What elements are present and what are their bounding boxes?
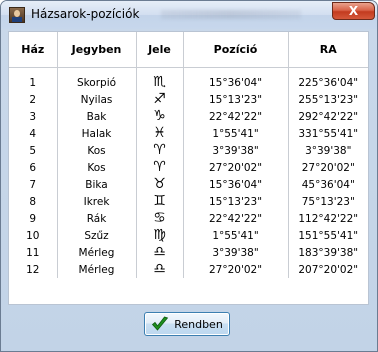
house-number-cell: 5 (9, 142, 58, 159)
position-cell: 22°42'22" (183, 210, 289, 227)
sign-glyph-cell: ♈ (136, 159, 184, 176)
position-cell: 27°20'02" (183, 261, 289, 278)
right-ascension-cell: 112°42'22" (298, 212, 359, 225)
table-row[interactable]: 5 Kos ♈ 3°39'38" 3°39'38" (9, 142, 368, 159)
position-cell: 1°55'41" (183, 227, 289, 244)
table-header-row: Ház Jegyben Jele Pozíció RA (9, 32, 368, 68)
sign-glyph-cell: ♏ (136, 74, 184, 91)
right-ascension-cell: 75°13'23" (301, 195, 355, 208)
column-header-haz[interactable]: Ház (9, 32, 58, 68)
ok-button[interactable]: Rendben (144, 312, 230, 336)
sign-glyph-cell: ♐ (136, 91, 184, 108)
position-cell: 15°36'04" (183, 74, 289, 91)
position-cell: 3°39'38" (183, 244, 289, 261)
right-ascension-cell: 183°39'38" (298, 246, 359, 259)
column-header-pozicio[interactable]: Pozíció (183, 32, 289, 68)
column-header-jele[interactable]: Jele (136, 32, 184, 68)
house-number-cell: 1 (9, 74, 58, 91)
table-row[interactable]: 8 Ikrek ♊ 15°13'23" 75°13'23" (9, 193, 368, 210)
right-ascension-cell: 292°42'22" (298, 110, 359, 123)
right-ascension-cell: 207°20'02" (298, 263, 359, 276)
checkmark-icon (152, 316, 169, 331)
table-row[interactable]: 12 Mérleg ♎ 27°20'02" 207°20'02" (9, 261, 368, 278)
sign-glyph-cell: ♉ (136, 176, 184, 193)
sign-name-cell: Nyilas (57, 91, 137, 108)
sign-name-cell: Skorpió (57, 74, 137, 91)
house-number-cell: 3 (9, 108, 58, 125)
table-row[interactable]: 10 Szűz ♍ 1°55'41" 151°55'41" (9, 227, 368, 244)
position-cell: 15°13'23" (183, 91, 289, 108)
table-row[interactable]: 3 Bak ♑ 22°42'22" 292°42'22" (9, 108, 368, 125)
position-cell: 1°55'41" (183, 125, 289, 142)
house-number-cell: 12 (9, 261, 58, 278)
house-number-cell: 6 (9, 159, 58, 176)
sign-glyph-cell: ♋ (136, 210, 184, 227)
sign-glyph-cell: ♎ (136, 244, 184, 261)
right-ascension-cell: 151°55'41" (298, 229, 359, 242)
sign-glyph-cell: ♈ (136, 142, 184, 159)
right-ascension-cell: 225°36'04" (298, 76, 359, 89)
sign-name-cell: Rák (57, 210, 137, 227)
sign-name-cell: Bak (57, 108, 137, 125)
column-header-jegyben[interactable]: Jegyben (57, 32, 137, 68)
house-number-cell: 11 (9, 244, 58, 261)
title-bar[interactable]: Házsarok-pozíciók X (1, 1, 377, 29)
right-ascension-cell: 331°55'41" (298, 127, 359, 140)
dialog-window: Házsarok-pozíciók X Ház Jegyben Jele Poz… (0, 0, 378, 352)
sign-name-cell: Halak (57, 125, 137, 142)
table-row[interactable]: 7 Bika ♉ 15°36'04" 45°36'04" (9, 176, 368, 193)
table-row[interactable]: 4 Halak ♓ 1°55'41" 331°55'41" (9, 125, 368, 142)
house-number-cell: 4 (9, 125, 58, 142)
sign-glyph-cell: ♍ (136, 227, 184, 244)
house-number-cell: 9 (9, 210, 58, 227)
sign-name-cell: Mérleg (57, 244, 137, 261)
sign-glyph-cell: ♓ (136, 125, 184, 142)
column-header-ra[interactable]: RA (288, 32, 368, 68)
table-row[interactable]: 1 Skorpió ♏ 15°36'04" 225°36'04" (9, 74, 368, 91)
close-button[interactable]: X (332, 2, 375, 20)
house-number-cell: 10 (9, 227, 58, 244)
right-ascension-cell: 3°39'38" (305, 144, 352, 157)
house-cusps-table-panel: Ház Jegyben Jele Pozíció RA 1 Skorpió ♏ 15°… (8, 31, 369, 305)
window-title: Házsarok-pozíciók (31, 7, 140, 21)
sign-name-cell: Mérleg (57, 261, 137, 278)
table-row[interactable]: 11 Mérleg ♎ 3°39'38" 183°39'38" (9, 244, 368, 261)
sign-name-cell: Bika (57, 176, 137, 193)
right-ascension-cell: 255°13'23" (298, 93, 359, 106)
house-cusps-table: Ház Jegyben Jele Pozíció RA 1 Skorpió ♏ 15°… (9, 32, 368, 278)
position-cell: 27°20'02" (183, 159, 289, 176)
sign-name-cell: Szűz (57, 227, 137, 244)
title-bar-background (161, 10, 301, 19)
sign-glyph-cell: ♑ (136, 108, 184, 125)
sign-name-cell: Kos (57, 142, 137, 159)
sign-glyph-cell: ♎ (136, 261, 184, 278)
position-cell: 3°39'38" (183, 142, 289, 159)
table-row[interactable]: 2 Nyilas ♐ 15°13'23" 255°13'23" (9, 91, 368, 108)
user-avatar-icon (9, 7, 25, 23)
position-cell: 15°36'04" (183, 176, 289, 193)
house-number-cell: 8 (9, 193, 58, 210)
close-icon: X (348, 4, 359, 18)
house-number-cell: 7 (9, 176, 58, 193)
sign-name-cell: Ikrek (57, 193, 137, 210)
ok-button-label: Rendben (174, 317, 223, 331)
sign-glyph-cell: ♊ (136, 193, 184, 210)
sign-name-cell: Kos (57, 159, 137, 176)
position-cell: 15°13'23" (183, 193, 289, 210)
right-ascension-cell: 27°20'02" (301, 161, 355, 174)
table-row[interactable]: 6 Kos ♈ 27°20'02" 27°20'02" (9, 159, 368, 176)
table-row[interactable]: 9 Rák ♋ 22°42'22" 112°42'22" (9, 210, 368, 227)
position-cell: 22°42'22" (183, 108, 289, 125)
right-ascension-cell: 45°36'04" (301, 178, 355, 191)
house-number-cell: 2 (9, 91, 58, 108)
